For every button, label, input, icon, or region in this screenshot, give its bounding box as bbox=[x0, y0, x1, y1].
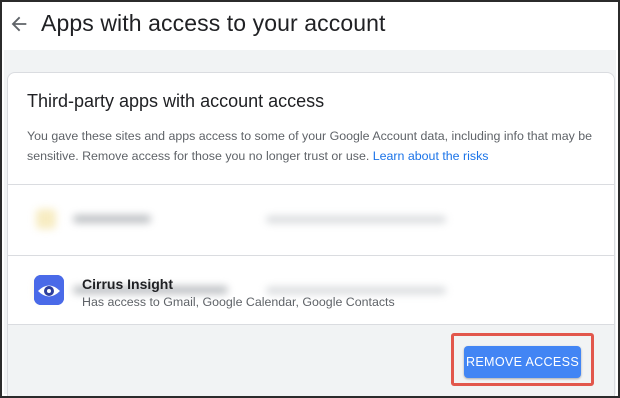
card-title: Third-party apps with account access bbox=[27, 91, 325, 111]
app-name: Cirrus Insight bbox=[82, 276, 174, 292]
card-header: Third-party apps with account access You… bbox=[8, 73, 614, 166]
app-list-item-redacted[interactable] bbox=[8, 185, 614, 255]
redacted-app-icon bbox=[36, 209, 56, 229]
description-text: You gave these sites and apps access to … bbox=[27, 129, 593, 163]
top-bar: Apps with access to your account bbox=[2, 2, 618, 50]
card-description: You gave these sites and apps access to … bbox=[27, 126, 602, 166]
fade-overlay bbox=[444, 256, 614, 324]
window-frame: Apps with access to your account Third-p… bbox=[0, 0, 620, 398]
redacted-app-meta bbox=[266, 216, 446, 223]
redacted-app-meta bbox=[266, 287, 446, 294]
redacted-app-name bbox=[73, 215, 151, 223]
app-access-scopes: Has access to Gmail, Google Calendar, Go… bbox=[82, 295, 395, 309]
remove-access-button[interactable]: REMOVE ACCESS bbox=[464, 346, 581, 378]
page-title: Apps with access to your account bbox=[41, 10, 386, 36]
arrow-left-icon[interactable] bbox=[8, 13, 30, 35]
fade-overlay bbox=[444, 185, 614, 255]
learn-about-risks-link[interactable]: Learn about the risks bbox=[373, 149, 489, 163]
eye-app-icon bbox=[34, 275, 64, 305]
